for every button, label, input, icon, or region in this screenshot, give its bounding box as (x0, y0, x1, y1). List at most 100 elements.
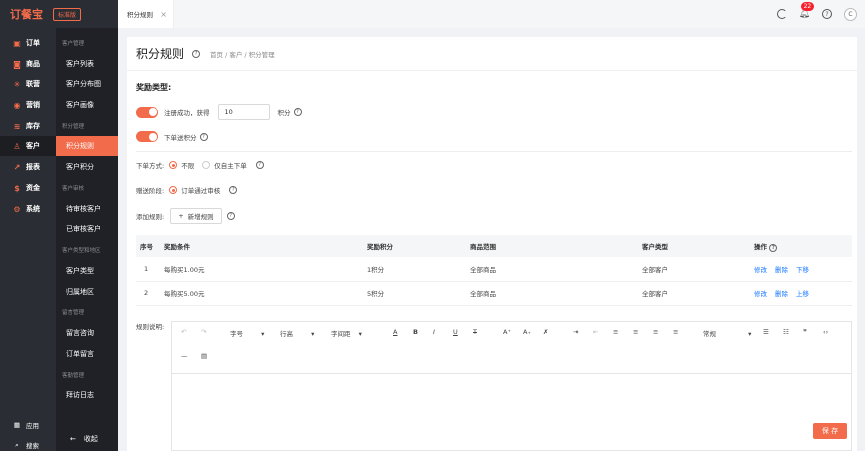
bold-icon[interactable]: B (413, 328, 418, 336)
sidebar-item-inventory[interactable]: ≋ 库存 (0, 116, 56, 136)
sidebar-item-marketing[interactable]: ◉ 营销 (0, 95, 56, 115)
funds-icon: $ (14, 183, 20, 193)
sidebar-item-reports[interactable]: ↗ 报表 (0, 157, 56, 177)
sidebar-item-funds[interactable]: $ 资金 (0, 178, 56, 198)
sidebar-item-system[interactable]: ⚙ 系统 (0, 199, 56, 219)
help-icon[interactable]: ? (226, 212, 235, 220)
sidebar-item-products[interactable]: ◙ 商品 (0, 54, 56, 74)
sidebar-item-label: 商品 (26, 60, 40, 68)
rich-text-editor: ↶ ↷ 字号 ▾ 行高 ▾ 字间距 ▾ A B I U T A⁺ A₊ ✗ ⇥ … (171, 321, 852, 451)
edit-link[interactable]: 修改 (754, 290, 767, 298)
numbered-list-icon[interactable]: ☷ (783, 328, 789, 336)
arrow-left-icon: ← (70, 435, 76, 443)
edit-link[interactable]: 修改 (754, 266, 767, 274)
letter-spacing-select[interactable]: 字间距 ▾ (331, 328, 362, 338)
subnav-item-reviewed[interactable]: 已审核客户 (56, 219, 118, 239)
col-header-ops: 操作 ? (750, 235, 852, 257)
delete-link[interactable]: 删除 (775, 266, 788, 274)
help-icon[interactable]: ? (255, 161, 264, 169)
apps-label: 应用 (26, 422, 39, 430)
order-mode-radio-any[interactable] (169, 161, 178, 169)
subnav-item-visit-log[interactable]: 拜访日志 (56, 385, 118, 405)
indent-icon[interactable]: ⇥ (573, 328, 578, 336)
chevron-down-icon: ▾ (311, 330, 315, 338)
add-rule-row: 添加规则: + 新增规则 ? (136, 208, 235, 224)
app-logo: 订餐宝 (10, 8, 43, 21)
subnav-item-customer-list[interactable]: 客户列表 (56, 54, 118, 74)
bullet-list-icon[interactable]: ☰ (763, 328, 769, 336)
redo-icon[interactable]: ↷ (201, 328, 206, 336)
italic-icon[interactable]: I (433, 328, 435, 336)
align-center-icon[interactable]: ≡ (633, 328, 638, 336)
subnav-item-points-rules[interactable]: 积分规则 (56, 136, 118, 156)
subnav-item-region[interactable]: 归属地区 (56, 282, 118, 302)
avatar[interactable]: C (844, 7, 857, 21)
outdent-icon[interactable]: ⇤ (593, 328, 598, 336)
align-left-icon[interactable]: ≡ (613, 328, 618, 336)
move-up-link[interactable]: 上移 (796, 290, 809, 298)
register-toggle[interactable] (136, 106, 158, 118)
main-content: 积分规则 ? 首页 / 客户 / 积分管理 奖励类型: 注册成功，获得 10 积… (127, 37, 857, 451)
horizontal-rule-icon[interactable]: — (181, 352, 188, 360)
register-points-input[interactable]: 10 (217, 104, 270, 120)
close-icon[interactable]: × (160, 10, 167, 19)
sidebar-item-customers[interactable]: ♙ 客户 (0, 136, 56, 156)
block-format-select[interactable]: 常规 ▾ (703, 328, 751, 338)
superscript-icon[interactable]: A⁺ (503, 328, 511, 336)
tab-points-rules[interactable]: 积分规则 × (118, 0, 174, 28)
subnav-item-customer-points[interactable]: 客户积分 (56, 157, 118, 177)
row-customer-type: 全部客户 (638, 281, 750, 306)
sidebar-item-label: 营销 (26, 101, 40, 109)
collapse-button[interactable]: ← 收起 (56, 427, 118, 451)
help-icon[interactable]: ? (229, 186, 238, 194)
subnav-item-pending-review[interactable]: 待审核客户 (56, 199, 118, 219)
underline-icon[interactable]: U (453, 328, 458, 336)
font-color-icon[interactable]: A (393, 328, 397, 336)
help-icon[interactable]: ? (822, 9, 832, 19)
undo-icon[interactable]: ↶ (181, 328, 186, 336)
bell-icon[interactable]: 🔔︎ 22 (799, 2, 815, 19)
subscript-icon[interactable]: A₊ (523, 328, 531, 336)
search-button[interactable]: ⌕ 搜索 (0, 435, 56, 451)
grid-icon: ▦ (13, 421, 21, 429)
customer-icon: ♙ (13, 141, 21, 151)
subnav-item-customer-map[interactable]: 客户分布图 (56, 74, 118, 94)
help-icon[interactable]: ? (769, 243, 778, 252)
add-rule-button[interactable]: + 新增规则 (170, 208, 222, 224)
move-down-link[interactable]: 下移 (796, 266, 809, 274)
help-icon[interactable]: ? (192, 49, 201, 58)
font-size-select[interactable]: 字号 ▾ (230, 328, 264, 338)
delete-link[interactable]: 删除 (775, 290, 788, 298)
subnav-item-customer-type[interactable]: 客户类型 (56, 261, 118, 281)
code-icon[interactable]: ‹› (823, 328, 828, 336)
table-icon[interactable]: ▤ (201, 352, 207, 360)
sidebar-item-label: 资金 (26, 184, 40, 192)
order-mode-opt1-label: 不限 (181, 162, 195, 170)
add-rule-button-label: 新增规则 (187, 213, 214, 221)
gift-stage-radio[interactable] (169, 186, 178, 194)
table-header-row: 序号 奖励条件 奖励积分 商品范围 客户类型 操作 ? (136, 235, 852, 257)
order-icon: ▣ (13, 38, 21, 48)
subnav-item-order-messages[interactable]: 订单留言 (56, 344, 118, 364)
clear-format-icon[interactable]: ✗ (543, 328, 548, 336)
tab-label: 积分规则 (127, 11, 153, 19)
align-justify-icon[interactable]: ≡ (673, 328, 678, 336)
subnav-item-customer-profile[interactable]: 客户画像 (56, 95, 118, 115)
refresh-icon[interactable] (776, 9, 787, 19)
line-height-select[interactable]: 行高 ▾ (280, 328, 314, 338)
sidebar-item-alliance[interactable]: ✳ 联营 (0, 74, 56, 94)
sidebar-item-orders[interactable]: ▣ 订单 (0, 33, 56, 53)
help-icon[interactable]: ? (293, 108, 302, 116)
order-mode-radio-self[interactable] (202, 161, 211, 169)
subnav-item-inquiries[interactable]: 留言咨询 (56, 323, 118, 343)
quote-icon[interactable]: ❞ (803, 328, 807, 336)
save-button[interactable]: 保 存 (813, 423, 847, 439)
align-right-icon[interactable]: ≡ (653, 328, 658, 336)
apps-button[interactable]: ▦ 应用 (0, 415, 56, 435)
row-points: 1积分 (363, 257, 466, 282)
order-points-toggle[interactable] (136, 131, 158, 142)
col-header: 奖励积分 (363, 235, 466, 257)
help-icon[interactable]: ? (199, 132, 208, 141)
strikethrough-icon[interactable]: T (473, 328, 477, 336)
order-mode-label: 下单方式: (136, 162, 165, 170)
